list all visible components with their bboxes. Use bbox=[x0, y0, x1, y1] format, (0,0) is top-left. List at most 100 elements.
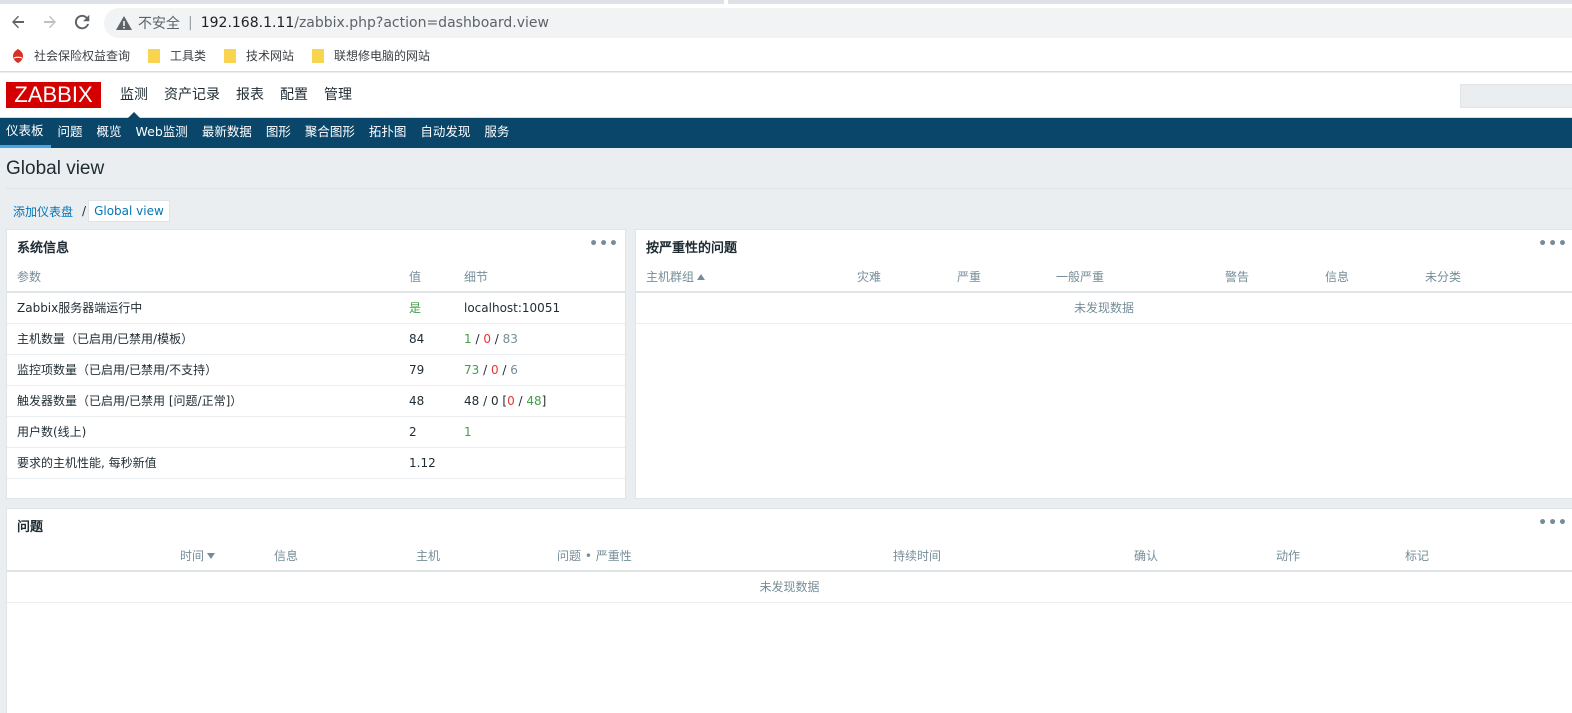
param-cell: 触发器数量（已启用/已禁用 [问题/正常]） bbox=[7, 385, 399, 417]
bookmark-item[interactable]: 社会保险权益查询 bbox=[10, 47, 130, 64]
bookmark-label: 工具类 bbox=[170, 49, 207, 63]
problems-widget: 问题 ••• 时间 信息 主机 问题 • 严重性 持续时间 确认 动作 标记 未… bbox=[6, 508, 1572, 713]
ok-count: 48 bbox=[526, 393, 542, 408]
bookmark-folder[interactable]: 工具类 bbox=[146, 47, 206, 64]
reload-icon[interactable] bbox=[70, 10, 94, 34]
param-cell: 用户数(线上) bbox=[7, 416, 399, 448]
detail-cell: 73 / 0 / 6 bbox=[454, 354, 625, 386]
folder-icon bbox=[222, 48, 238, 64]
system-info-title: 系统信息 bbox=[17, 240, 70, 256]
breadcrumb: 添加仪表盘 / Global view bbox=[6, 199, 170, 223]
table-row: Zabbix服务器端运行中 是 localhost:10051 bbox=[7, 292, 625, 324]
menu-inventory[interactable]: 资产记录 bbox=[156, 73, 228, 117]
warning-icon[interactable] bbox=[116, 15, 132, 31]
detail-cell: 1 / 0 / 83 bbox=[454, 323, 625, 355]
browser-toolbar: 不安全 | 192.168.1.11/zabbix.php?action=das… bbox=[0, 4, 1572, 40]
breadcrumb-add-dashboard[interactable]: 添加仪表盘 bbox=[6, 203, 80, 220]
submenu-services[interactable]: 服务 bbox=[477, 118, 516, 148]
address-bar[interactable]: 不安全 | 192.168.1.11/zabbix.php?action=das… bbox=[104, 8, 1572, 38]
sub-menu: 仪表板 问题 概览 Web监测 最新数据 图形 聚合图形 拓扑图 自动发现 服务 bbox=[0, 118, 1572, 148]
param-cell: 主机数量（已启用/已禁用/模板） bbox=[7, 323, 399, 355]
submenu-latest-data[interactable]: 最新数据 bbox=[195, 118, 259, 148]
column-header: 细节 bbox=[454, 262, 625, 293]
table-row: 要求的主机性能, 每秒新值 1.12 bbox=[7, 447, 625, 479]
forward-icon[interactable] bbox=[38, 10, 62, 34]
column-label: 主机群组 bbox=[646, 270, 695, 284]
disabled-count: 0 bbox=[490, 362, 499, 377]
value-cell: 84 bbox=[399, 323, 454, 355]
zabbix-header: ZABBIX 监测 资产记录 报表 配置 管理 bbox=[0, 73, 1572, 118]
submenu-overview[interactable]: 概览 bbox=[90, 118, 129, 148]
divider bbox=[6, 188, 1572, 189]
table-row: 触发器数量（已启用/已禁用 [问题/正常]） 48 48 / 0 [0 / 48… bbox=[7, 385, 625, 417]
bookmark-label: 联想修电脑的网站 bbox=[334, 49, 431, 63]
system-info-widget: 系统信息 ••• 参数 值 细节 Zabbix服务器端运行中 是 localho… bbox=[6, 229, 626, 499]
sort-ascending-icon bbox=[697, 274, 706, 280]
shield-logo-icon bbox=[10, 48, 26, 64]
bookmark-folder[interactable]: 技术网站 bbox=[222, 47, 294, 64]
column-header-time[interactable]: 时间 bbox=[170, 541, 264, 572]
column-header: 参数 bbox=[7, 262, 399, 293]
more-options-icon[interactable]: ••• bbox=[589, 236, 619, 252]
detail-cell bbox=[454, 447, 625, 479]
column-header: 主机 bbox=[406, 541, 547, 572]
column-header: 未分类 bbox=[1415, 262, 1572, 293]
more-options-icon[interactable]: ••• bbox=[1538, 236, 1568, 252]
submenu-dashboard[interactable]: 仪表板 bbox=[0, 118, 51, 148]
insecure-label[interactable]: 不安全 bbox=[138, 13, 180, 33]
template-count: 83 bbox=[502, 331, 518, 346]
url-host[interactable]: 192.168.1.11 bbox=[201, 15, 295, 31]
value-cell: 48 bbox=[399, 385, 454, 417]
disabled-count: 0 bbox=[483, 331, 491, 346]
submenu-screens[interactable]: 聚合图形 bbox=[298, 118, 362, 148]
column-header: 标记 bbox=[1395, 541, 1572, 572]
table-row: 未发现数据 bbox=[7, 571, 1572, 603]
back-icon[interactable] bbox=[6, 10, 30, 34]
submenu-web[interactable]: Web监测 bbox=[129, 118, 195, 148]
table-row: 主机数量（已启用/已禁用/模板） 84 1 / 0 / 83 bbox=[7, 323, 625, 355]
problems-by-severity-widget: 按严重性的问题 ••• 主机群组 灾难 严重 一般严重 警告 信息 未分类 未发… bbox=[635, 229, 1572, 499]
problems-table: 时间 信息 主机 问题 • 严重性 持续时间 确认 动作 标记 未发现数据 bbox=[7, 541, 1572, 603]
column-header: 灾难 bbox=[847, 262, 947, 293]
slash: / bbox=[490, 331, 503, 346]
bookmark-label: 技术网站 bbox=[246, 49, 295, 63]
search-input[interactable] bbox=[1460, 84, 1572, 108]
widget-title: 问题 ••• bbox=[7, 509, 1572, 541]
value-cell: 1.12 bbox=[399, 447, 454, 479]
bookmarks-bar: 社会保险权益查询 工具类 技术网站 联想修电脑的网站 bbox=[0, 40, 1572, 72]
menu-monitoring[interactable]: 监测 bbox=[112, 73, 156, 118]
menu-configuration[interactable]: 配置 bbox=[272, 73, 316, 117]
table-row: 未发现数据 bbox=[636, 292, 1572, 324]
problems-title: 问题 bbox=[17, 519, 44, 535]
submenu-discovery[interactable]: 自动发现 bbox=[413, 118, 477, 148]
bookmark-label: 社会保险权益查询 bbox=[34, 49, 131, 63]
enabled-count: 73 bbox=[464, 362, 480, 377]
system-info-table: 参数 值 细节 Zabbix服务器端运行中 是 localhost:10051 … bbox=[7, 262, 625, 479]
enabled-count: 1 bbox=[464, 331, 472, 346]
breadcrumb-separator: / bbox=[82, 204, 87, 218]
column-header-host-group[interactable]: 主机群组 bbox=[636, 262, 847, 293]
more-options-icon[interactable]: ••• bbox=[1538, 515, 1568, 531]
menu-administration[interactable]: 管理 bbox=[316, 73, 360, 117]
menu-reports[interactable]: 报表 bbox=[228, 73, 272, 117]
submenu-graphs[interactable]: 图形 bbox=[259, 118, 298, 148]
zabbix-logo[interactable]: ZABBIX bbox=[6, 82, 101, 108]
column-header: 问题 • 严重性 bbox=[547, 541, 883, 572]
column-header: 警告 bbox=[1215, 262, 1315, 293]
submenu-maps[interactable]: 拓扑图 bbox=[362, 118, 414, 148]
unsupported-count: 6 bbox=[510, 362, 518, 377]
bookmark-folder[interactable]: 联想修电脑的网站 bbox=[310, 47, 430, 64]
slash: / bbox=[514, 393, 527, 408]
param-cell: 监控项数量（已启用/已禁用/不支持） bbox=[7, 354, 399, 386]
param-cell: Zabbix服务器端运行中 bbox=[7, 292, 399, 324]
column-header: 确认 bbox=[1124, 541, 1266, 572]
detail-cell: 48 / 0 [0 / 48] bbox=[454, 385, 625, 417]
page-title: Global view bbox=[6, 158, 105, 179]
column-header-spacer bbox=[7, 541, 170, 572]
submenu-problems[interactable]: 问题 bbox=[51, 118, 90, 148]
column-header: 信息 bbox=[264, 541, 406, 572]
value-cell: 是 bbox=[399, 292, 454, 324]
url-path[interactable]: /zabbix.php?action=dashboard.view bbox=[294, 15, 549, 31]
breadcrumb-current[interactable]: Global view bbox=[88, 200, 170, 222]
problem-count: 0 bbox=[507, 393, 515, 408]
